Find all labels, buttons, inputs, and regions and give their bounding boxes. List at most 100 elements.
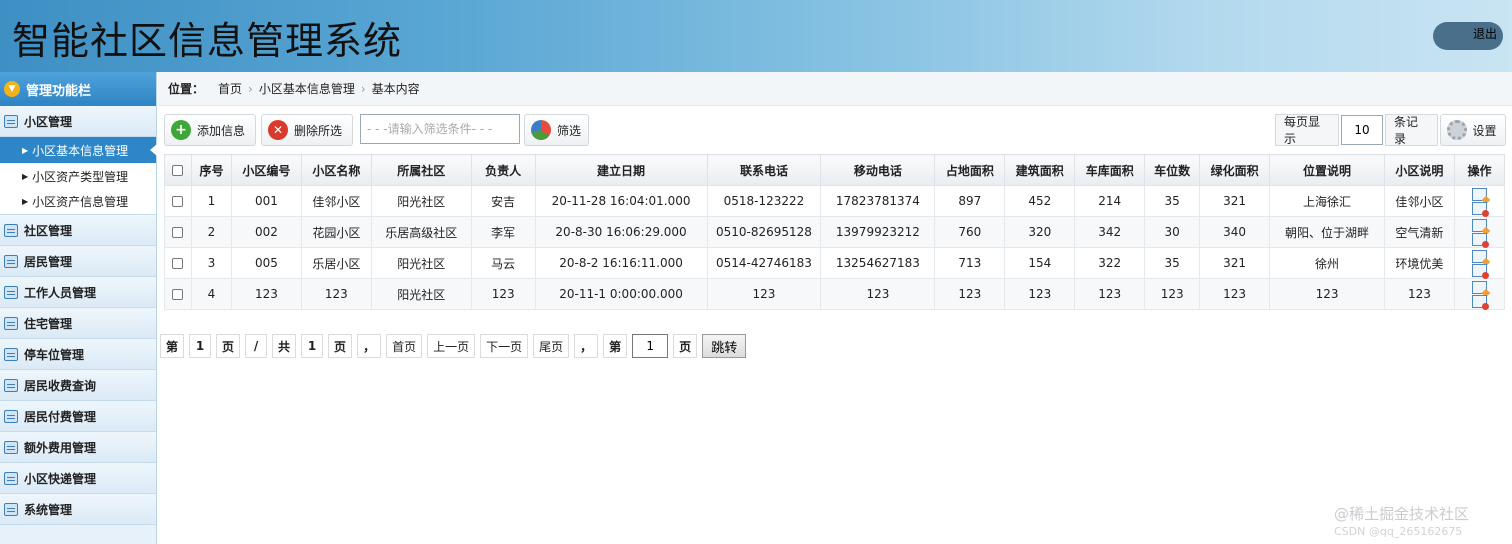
table-cell: 阳光社区 bbox=[370, 278, 472, 310]
table-cell: 空气清新 bbox=[1383, 216, 1455, 248]
table-cell: 20-8-30 16:06:29.000 bbox=[534, 216, 708, 248]
breadcrumb-section[interactable]: 小区基本信息管理 bbox=[259, 80, 355, 97]
table-cell: 214 bbox=[1074, 185, 1146, 217]
watermark-line-2: CSDN @qq_265162675 bbox=[1334, 525, 1463, 538]
sidebar-group-extra-fees[interactable]: 额外费用管理 bbox=[0, 432, 156, 463]
sidebar: ▼ 管理功能栏 小区管理 ▶ 小区基本信息管理 ▶ 小区资产类型管理 ▶ 小区资… bbox=[0, 72, 157, 544]
per-page-input[interactable] bbox=[1341, 115, 1384, 145]
edit-icon[interactable] bbox=[1471, 188, 1487, 201]
sidebar-item-asset-info[interactable]: ▶ 小区资产信息管理 bbox=[0, 189, 156, 215]
sidebar-group-housing[interactable]: 住宅管理 bbox=[0, 308, 156, 339]
community-table: 序号 小区编号 小区名称 所属社区 负责人 建立日期 联系电话 移动电话 占地面… bbox=[164, 154, 1506, 310]
caret-right-icon: ▶ bbox=[22, 197, 29, 206]
pie-chart-icon bbox=[531, 120, 551, 140]
select-all-checkbox[interactable] bbox=[172, 165, 184, 176]
sidebar-group-delivery[interactable]: 小区快递管理 bbox=[0, 463, 156, 494]
column-header: 位置说明 bbox=[1269, 154, 1385, 186]
table-cell: 123 bbox=[1383, 278, 1455, 310]
edit-icon[interactable] bbox=[1471, 281, 1487, 294]
table-cell: 2 bbox=[190, 216, 232, 248]
table-cell: 123 bbox=[820, 278, 936, 310]
plus-icon: + bbox=[171, 120, 191, 140]
calendar-icon bbox=[4, 378, 18, 392]
sidebar-group-label: 额外费用管理 bbox=[24, 440, 97, 455]
row-checkbox[interactable] bbox=[172, 196, 184, 207]
sidebar-group-payment[interactable]: 居民付费管理 bbox=[0, 401, 156, 432]
column-header: 移动电话 bbox=[820, 154, 936, 186]
table-header-row: 序号 小区编号 小区名称 所属社区 负责人 建立日期 联系电话 移动电话 占地面… bbox=[164, 154, 1506, 186]
table-cell: 朝阳、位于湖畔 bbox=[1269, 216, 1385, 248]
sidebar-heading[interactable]: ▼ 管理功能栏 bbox=[0, 72, 156, 106]
logout-label: 退出 bbox=[1472, 27, 1497, 41]
table-cell: 452 bbox=[1004, 185, 1076, 217]
next-page-button[interactable]: 下一页 bbox=[480, 334, 529, 358]
table-row: 2 002 花园小区 乐居高级社区 李军 20-8-30 16:06:29.00… bbox=[164, 216, 1506, 248]
filter-button[interactable]: 筛选 bbox=[524, 114, 589, 146]
row-select-cell[interactable] bbox=[164, 185, 192, 217]
sidebar-group-residents[interactable]: 居民管理 bbox=[0, 246, 156, 277]
row-checkbox[interactable] bbox=[172, 289, 184, 300]
logout-button[interactable]: 退出 bbox=[1433, 22, 1503, 50]
per-page-label: 每页显示 bbox=[1275, 114, 1340, 146]
table-cell: 0510-82695128 bbox=[706, 216, 822, 248]
table-cell: 佳邻小区 bbox=[300, 185, 372, 217]
row-select-cell[interactable] bbox=[164, 216, 192, 248]
actions-cell bbox=[1453, 278, 1506, 310]
row-checkbox[interactable] bbox=[172, 258, 184, 269]
edit-icon[interactable] bbox=[1471, 219, 1487, 232]
row-select-cell[interactable] bbox=[164, 247, 192, 279]
app-header: 智能社区信息管理系统 退出 bbox=[0, 0, 1512, 72]
sidebar-group-community-basic[interactable]: 小区管理 bbox=[0, 106, 156, 137]
sidebar-group-staff[interactable]: 工作人员管理 bbox=[0, 277, 156, 308]
pager-di2: 第 bbox=[603, 334, 628, 358]
last-page-button[interactable]: 尾页 bbox=[533, 334, 570, 358]
column-header: 车库面积 bbox=[1074, 154, 1146, 186]
table-cell: 35 bbox=[1144, 185, 1201, 217]
column-header: 建筑面积 bbox=[1004, 154, 1076, 186]
pager-ye3: 页 bbox=[673, 334, 698, 358]
actions-cell bbox=[1453, 247, 1506, 279]
delete-icon[interactable] bbox=[1471, 233, 1489, 248]
delete-selected-button[interactable]: ✕ 删除所选 bbox=[261, 114, 353, 146]
sidebar-item-asset-type[interactable]: ▶ 小区资产类型管理 bbox=[0, 163, 156, 189]
jump-page-input[interactable] bbox=[632, 334, 669, 358]
row-checkbox[interactable] bbox=[172, 227, 184, 238]
table-cell: 123 bbox=[1144, 278, 1201, 310]
add-info-button[interactable]: + 添加信息 bbox=[164, 114, 256, 146]
filter-input[interactable] bbox=[360, 114, 520, 144]
settings-button[interactable]: 设置 bbox=[1439, 114, 1506, 146]
column-header: 小区说明 bbox=[1383, 154, 1455, 186]
prev-page-button[interactable]: 上一页 bbox=[427, 334, 476, 358]
sidebar-group-label: 住宅管理 bbox=[24, 316, 73, 331]
column-header: 建立日期 bbox=[534, 154, 708, 186]
table-cell: 001 bbox=[230, 185, 302, 217]
first-page-button[interactable]: 首页 bbox=[386, 334, 423, 358]
select-all-cell[interactable] bbox=[164, 154, 192, 186]
table-row: 4 123 123 阳光社区 123 20-11-1 0:00:00.000 1… bbox=[164, 278, 1506, 310]
table-row: 3 005 乐居小区 阳光社区 马云 20-8-2 16:16:11.000 0… bbox=[164, 247, 1506, 279]
main-content: 位置： 首页 › 小区基本信息管理 › 基本内容 + 添加信息 ✕ 删除所选 筛… bbox=[158, 72, 1512, 544]
sidebar-group-system[interactable]: 系统管理 bbox=[0, 494, 156, 525]
edit-icon[interactable] bbox=[1471, 250, 1487, 263]
delete-icon[interactable] bbox=[1471, 202, 1489, 217]
breadcrumb-home[interactable]: 首页 bbox=[218, 80, 242, 97]
sidebar-group-community[interactable]: 社区管理 bbox=[0, 215, 156, 246]
pagination: 第 1 页 / 共 1 页 ， 首页 上一页 下一页 尾页 ， 第 页 跳转 bbox=[160, 334, 747, 358]
table-cell: 35 bbox=[1144, 247, 1201, 279]
delete-icon[interactable] bbox=[1471, 264, 1489, 279]
sidebar-group-parking[interactable]: 停车位管理 bbox=[0, 339, 156, 370]
sidebar-item-basic-info[interactable]: ▶ 小区基本信息管理 bbox=[0, 137, 157, 163]
jump-button[interactable]: 跳转 bbox=[702, 334, 747, 358]
calendar-icon bbox=[4, 440, 18, 454]
row-select-cell[interactable] bbox=[164, 278, 192, 310]
delete-icon[interactable] bbox=[1471, 295, 1489, 310]
toolbar: + 添加信息 ✕ 删除所选 筛选 每页显示 条记录 设置 bbox=[164, 114, 1506, 146]
sidebar-group-fee-query[interactable]: 居民收费查询 bbox=[0, 370, 156, 401]
breadcrumb-label: 位置： bbox=[168, 82, 205, 96]
table-cell: 上海徐汇 bbox=[1269, 185, 1385, 217]
table-cell: 佳邻小区 bbox=[1383, 185, 1455, 217]
calendar-icon bbox=[4, 347, 18, 361]
sidebar-group-label: 小区快递管理 bbox=[24, 471, 97, 486]
sidebar-item-label: 小区资产类型管理 bbox=[32, 169, 129, 184]
table-cell: 安吉 bbox=[470, 185, 536, 217]
